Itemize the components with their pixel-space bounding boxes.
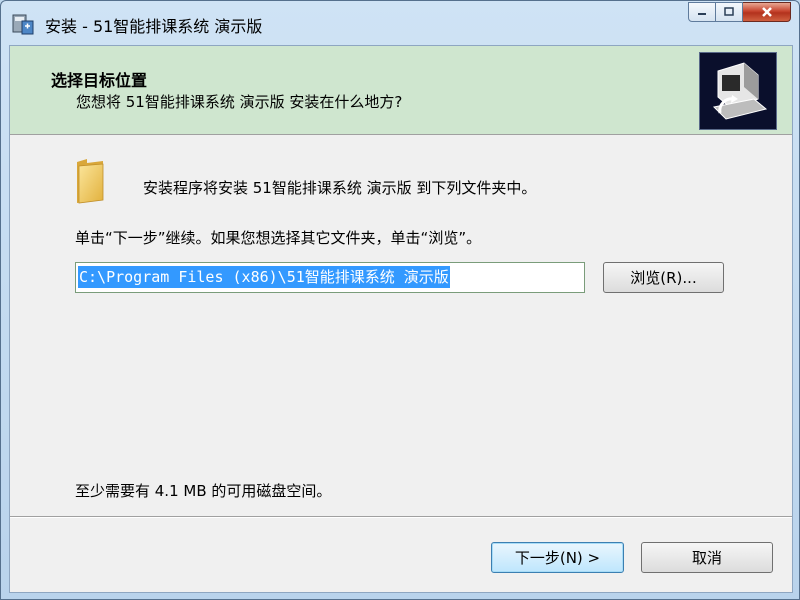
install-path-input[interactable]: C:\Program Files (x86)\51智能排课系统 演示版: [75, 262, 585, 293]
wizard-header: 选择目标位置 您想将 51智能排课系统 演示版 安装在什么地方?: [10, 46, 792, 135]
window-controls: [688, 2, 791, 22]
maximize-button[interactable]: [716, 2, 743, 22]
minimize-button[interactable]: [688, 2, 716, 22]
browse-button[interactable]: 浏览(R)...: [603, 262, 724, 293]
close-icon: [761, 7, 772, 17]
dialog-client-area: 选择目标位置 您想将 51智能排课系统 演示版 安装在什么地方? 安装程序将安装…: [9, 45, 793, 593]
instruction-text: 单击“下一步”继续。如果您想选择其它文件夹，单击“浏览”。: [75, 229, 482, 247]
page-title: 选择目标位置: [51, 71, 148, 90]
next-button[interactable]: 下一步(N) >: [491, 542, 624, 573]
folder-icon: [77, 159, 104, 204]
installer-window: 安装 - 51智能排课系统 演示版 选择目标位置 您想将 51智能排课系统 演示…: [0, 0, 800, 600]
install-path-value: C:\Program Files (x86)\51智能排课系统 演示版: [78, 266, 450, 288]
destination-description: 安装程序将安装 51智能排课系统 演示版 到下列文件夹中。: [143, 179, 537, 197]
window-title: 安装 - 51智能排课系统 演示版: [45, 17, 263, 36]
computer-install-icon: [700, 53, 776, 129]
title-bar[interactable]: 安装 - 51智能排课系统 演示版: [1, 1, 799, 45]
minimize-icon: [698, 13, 706, 15]
page-subtitle: 您想将 51智能排课系统 演示版 安装在什么地方?: [76, 93, 403, 111]
wizard-header-image: [699, 52, 777, 130]
maximize-icon: [724, 7, 734, 16]
disk-space-requirement: 至少需要有 4.1 MB 的可用磁盘空间。: [75, 482, 332, 500]
close-button[interactable]: [743, 2, 791, 22]
cancel-button[interactable]: 取消: [641, 542, 773, 573]
installer-app-icon: [12, 14, 34, 35]
footer-divider: [10, 516, 792, 518]
